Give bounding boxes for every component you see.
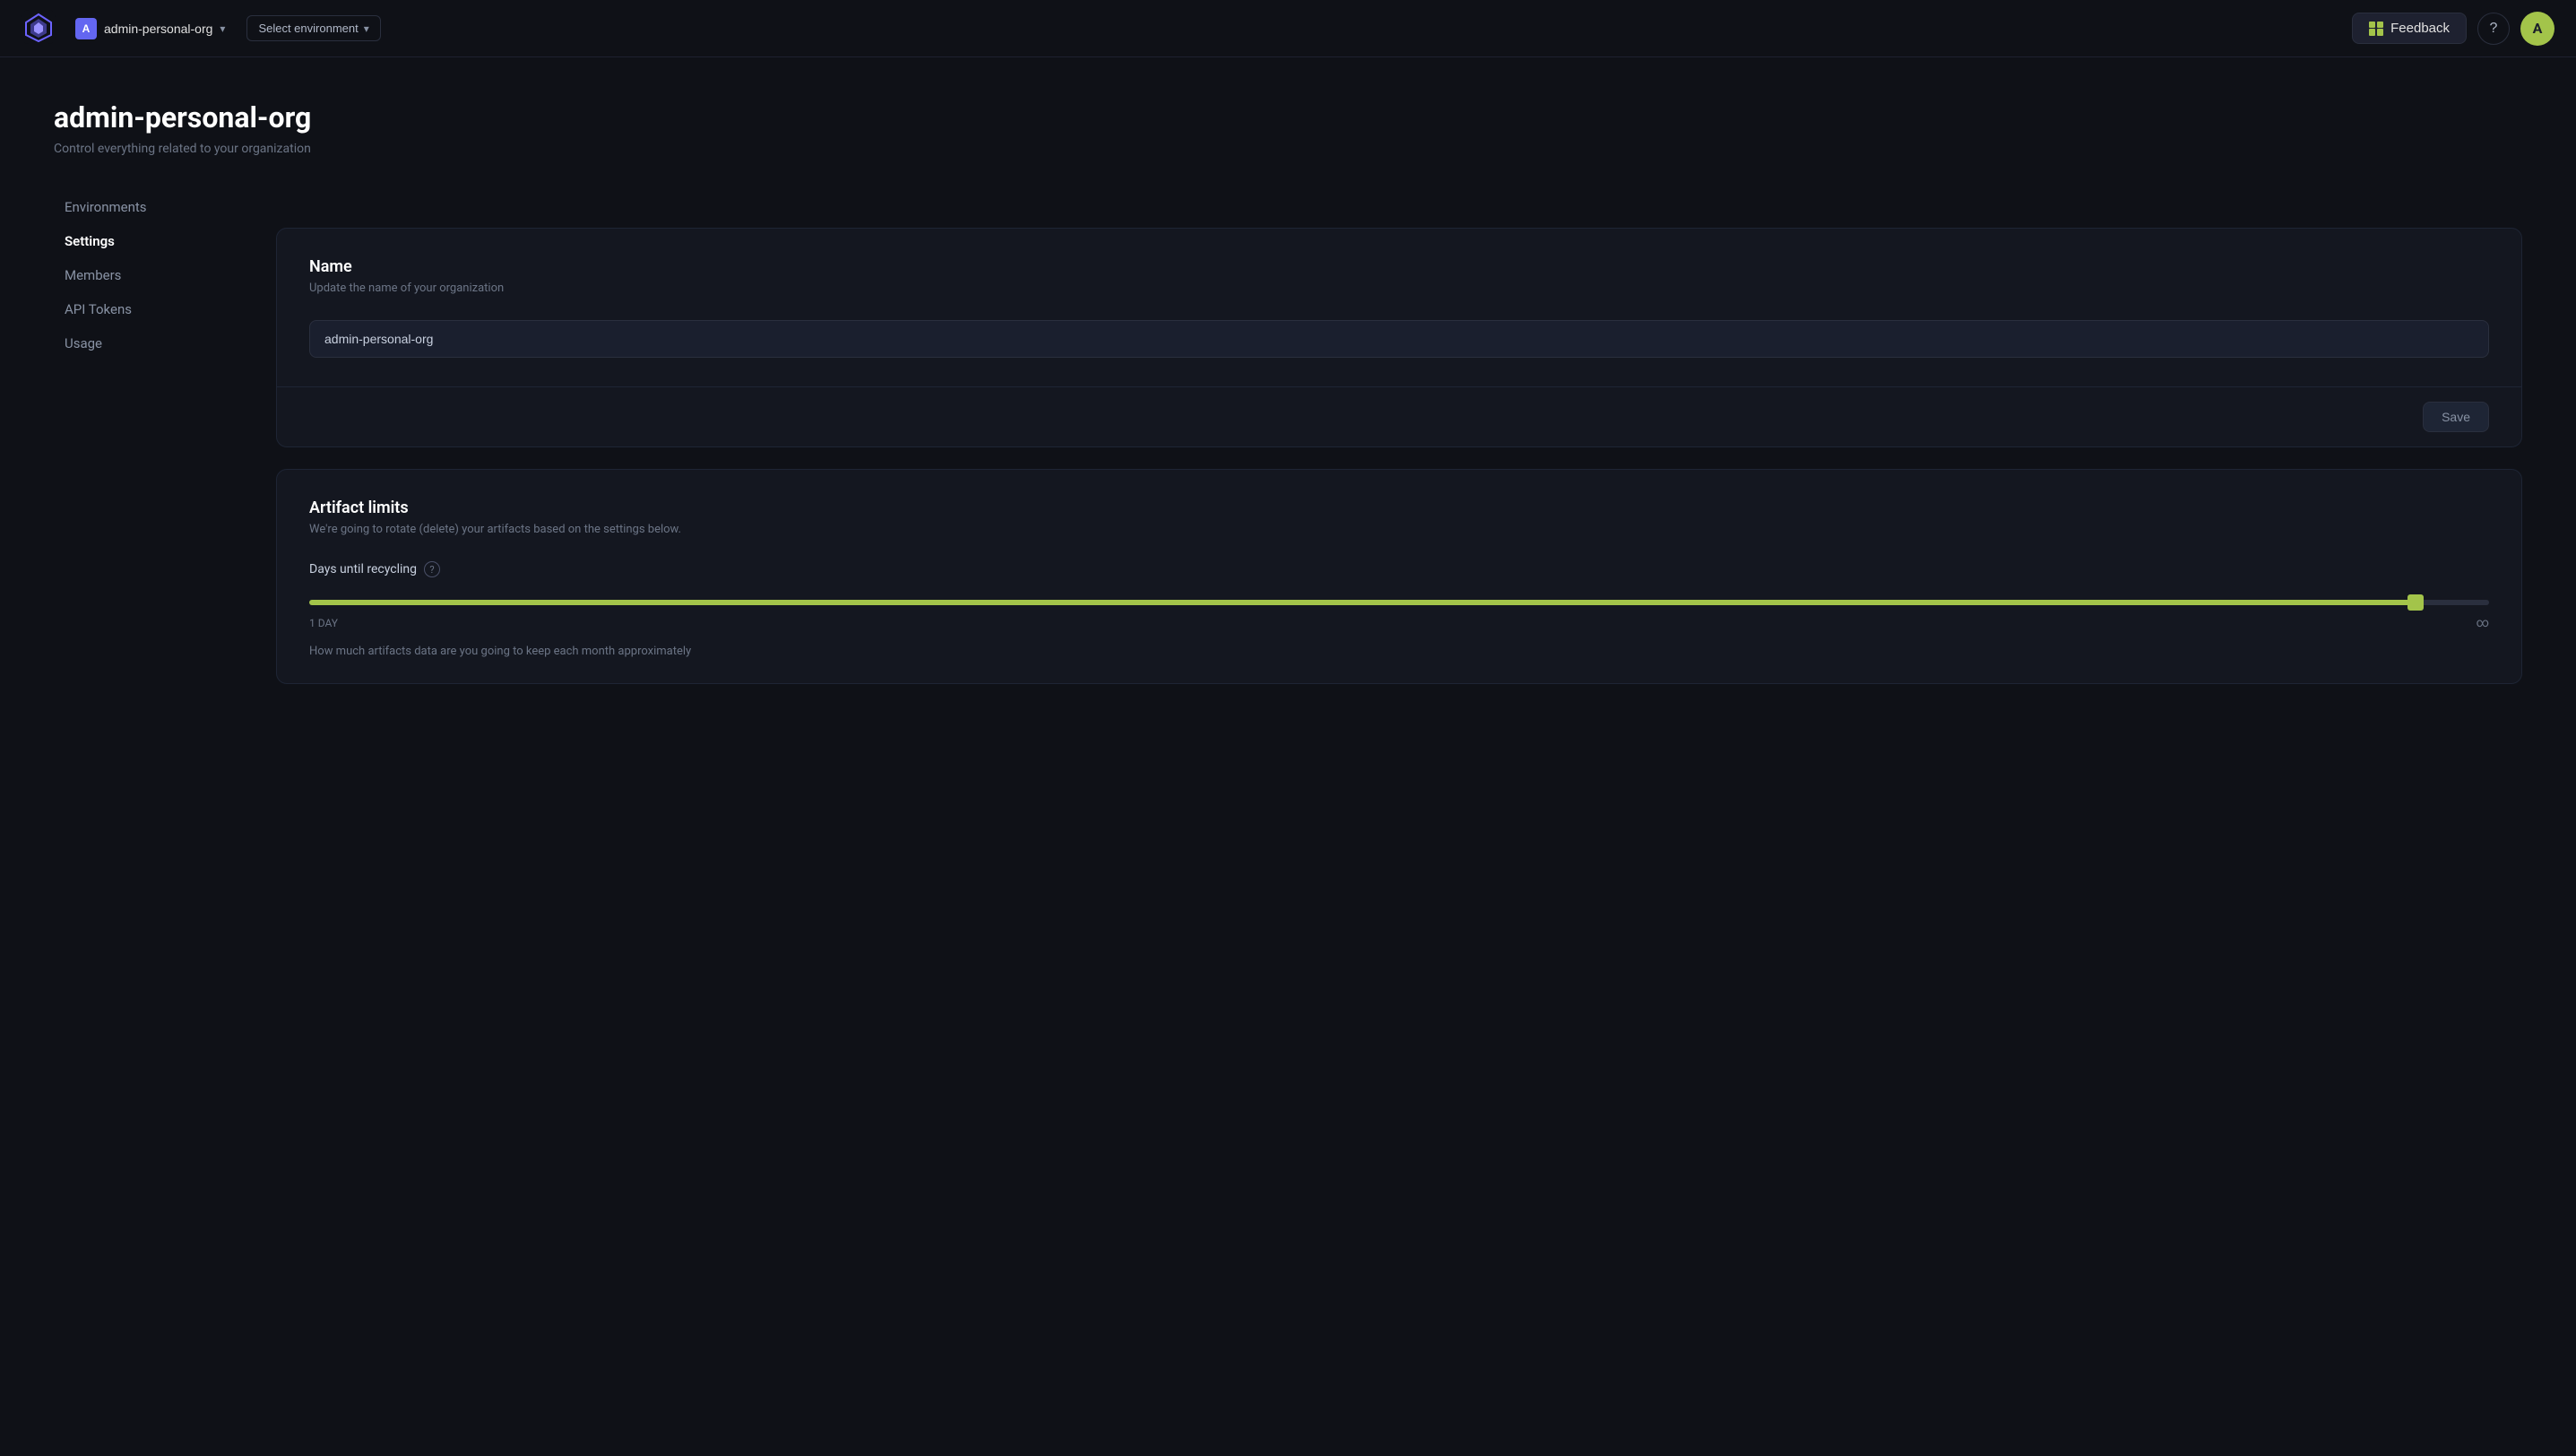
feedback-button[interactable]: Feedback bbox=[2352, 13, 2467, 44]
artifact-card-body: Artifact limits We're going to rotate (d… bbox=[277, 470, 2521, 683]
slider-label: Days until recycling bbox=[309, 562, 417, 576]
slider-container bbox=[309, 592, 2489, 609]
slider-labels: 1 DAY ∞ bbox=[309, 616, 2489, 630]
save-button[interactable]: Save bbox=[2423, 402, 2489, 432]
name-card-footer: Save bbox=[277, 386, 2521, 446]
artifact-card: Artifact limits We're going to rotate (d… bbox=[276, 469, 2522, 684]
help-button[interactable]: ? bbox=[2477, 13, 2510, 45]
page-header: admin-personal-org Control everything re… bbox=[54, 100, 2522, 156]
chevron-down-icon: ▾ bbox=[364, 22, 369, 35]
page-subtitle: Control everything related to your organ… bbox=[54, 142, 2522, 156]
sidebar-item-members[interactable]: Members bbox=[54, 260, 233, 290]
name-card: Name Update the name of your organizatio… bbox=[276, 228, 2522, 447]
chevron-down-icon: ▾ bbox=[220, 22, 225, 35]
name-section-title: Name bbox=[309, 257, 2489, 276]
content-row: Environments Settings Members API Tokens… bbox=[54, 192, 2522, 741]
sidebar: Environments Settings Members API Tokens… bbox=[54, 192, 233, 741]
slider-label-row: Days until recycling ? bbox=[309, 561, 2489, 577]
sidebar-item-settings[interactable]: Settings bbox=[54, 226, 233, 256]
sidebar-item-environments[interactable]: Environments bbox=[54, 192, 233, 222]
slider-max-label: ∞ bbox=[2477, 616, 2489, 630]
name-section-desc: Update the name of your organization bbox=[309, 282, 2489, 295]
page-title: admin-personal-org bbox=[54, 100, 2522, 134]
help-icon: ? bbox=[2490, 21, 2498, 37]
env-selector[interactable]: Select environment ▾ bbox=[246, 15, 380, 41]
sidebar-item-usage[interactable]: Usage bbox=[54, 328, 233, 359]
keep-data-text: How much artifacts data are you going to… bbox=[309, 645, 2489, 658]
artifact-section-desc: We're going to rotate (delete) your arti… bbox=[309, 523, 2489, 536]
main-container: admin-personal-org Control everything re… bbox=[0, 57, 2576, 1399]
artifact-section-title: Artifact limits bbox=[309, 498, 2489, 517]
settings-panel: Name Update the name of your organizatio… bbox=[276, 192, 2522, 741]
user-avatar[interactable]: A bbox=[2520, 12, 2554, 46]
org-name-input[interactable] bbox=[309, 320, 2489, 358]
org-avatar: A bbox=[75, 18, 97, 39]
slider-min-label: 1 DAY bbox=[309, 617, 338, 629]
feedback-label: Feedback bbox=[2390, 21, 2450, 36]
help-circle-icon[interactable]: ? bbox=[424, 561, 440, 577]
org-name: admin-personal-org bbox=[104, 22, 212, 36]
app-logo[interactable] bbox=[22, 10, 56, 48]
org-selector[interactable]: A admin-personal-org ▾ bbox=[68, 14, 232, 43]
env-selector-label: Select environment bbox=[258, 22, 358, 35]
name-card-body: Name Update the name of your organizatio… bbox=[277, 229, 2521, 386]
feedback-icon bbox=[2369, 22, 2383, 36]
sidebar-item-api-tokens[interactable]: API Tokens bbox=[54, 294, 233, 325]
recycling-slider[interactable] bbox=[309, 600, 2489, 605]
header: A admin-personal-org ▾ Select environmen… bbox=[0, 0, 2576, 57]
